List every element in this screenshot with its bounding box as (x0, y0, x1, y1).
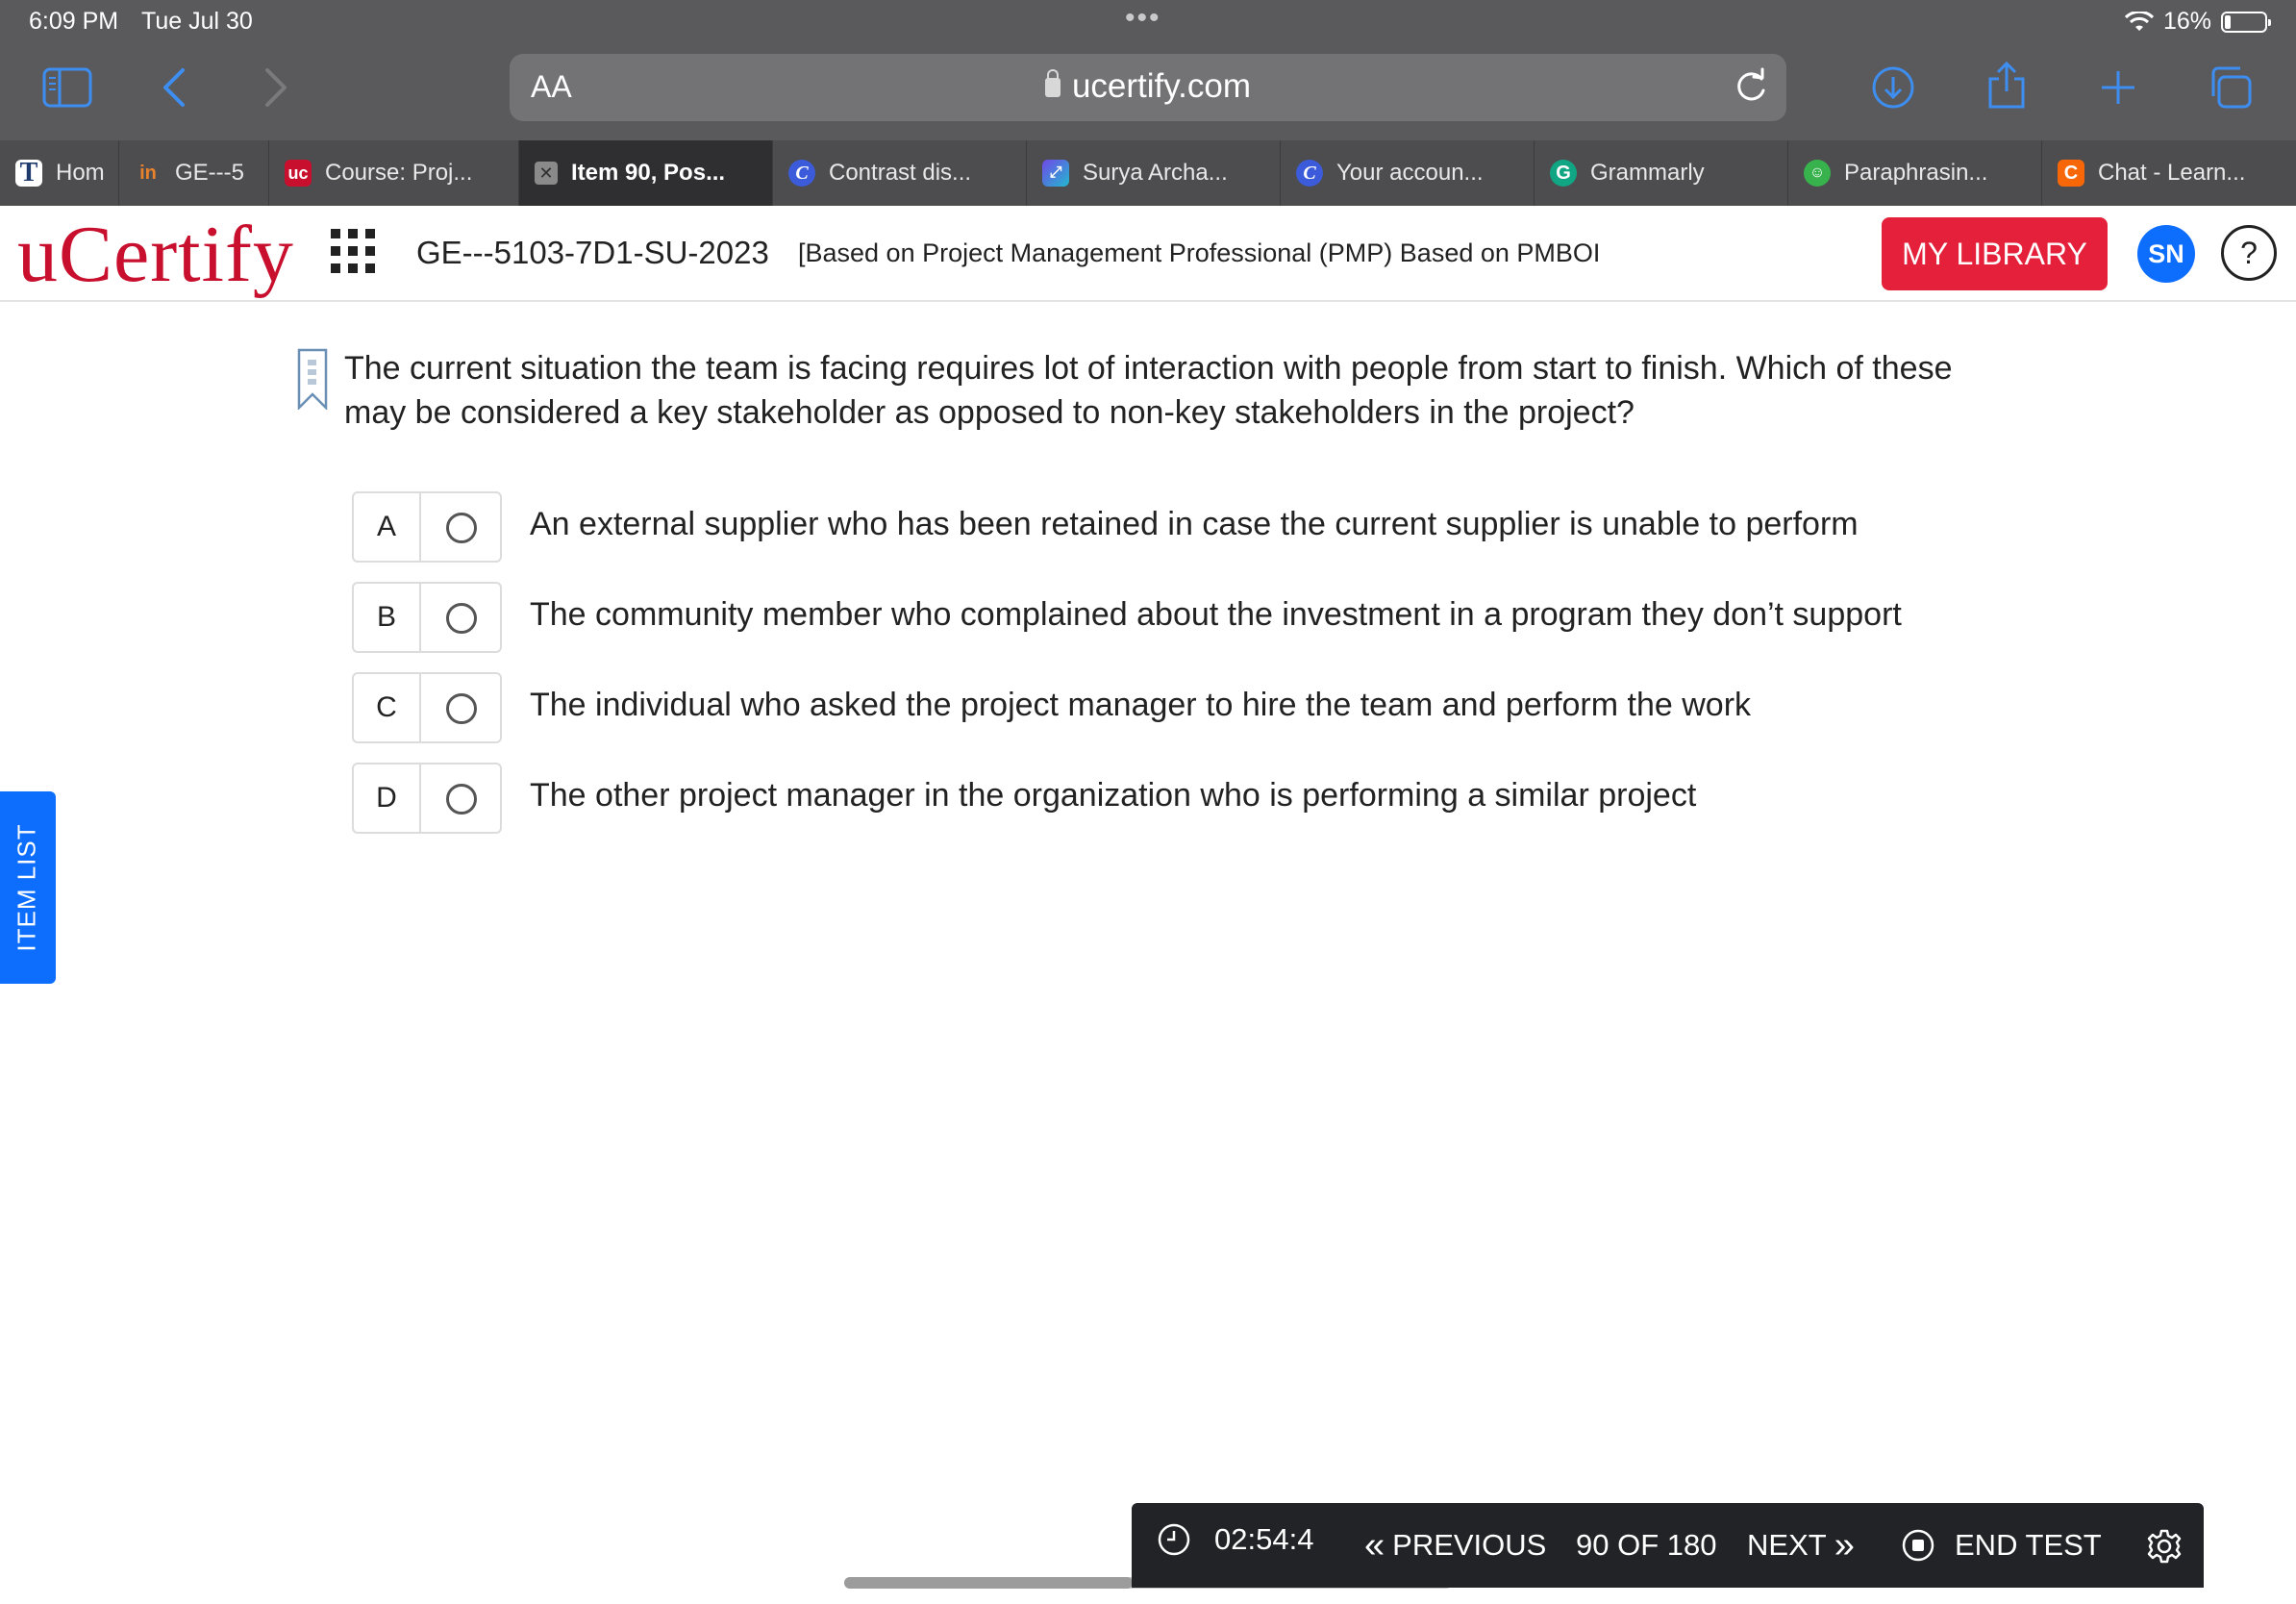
browser-tab-active[interactable]: ✕ Item 90, Pos... (519, 140, 773, 206)
option-text[interactable]: The other project manager in the organiz… (530, 777, 1696, 815)
share-icon[interactable] (1986, 62, 2027, 110)
wifi-icon (2124, 11, 2154, 31)
chat-favicon-icon: C (2058, 160, 2084, 187)
address-bar[interactable]: AA ucertify.com (510, 54, 1786, 121)
my-library-button[interactable]: MY LIBRARY (1882, 217, 2108, 290)
ucertify-favicon-icon: uc (285, 160, 312, 187)
option-text[interactable]: The individual who asked the project man… (530, 687, 1751, 724)
option-selector[interactable]: A (352, 491, 502, 563)
tab-label: Paraphrasin... (1844, 160, 1988, 186)
battery-percent: 16% (2162, 8, 2211, 35)
tab-label: Grammarly (1590, 160, 1705, 186)
status-date: Tue Jul 30 (141, 8, 253, 35)
next-button[interactable]: NEXT » (1747, 1525, 1855, 1566)
downloads-icon[interactable] (1871, 65, 1915, 110)
browser-tab[interactable]: C Your accoun... (1281, 140, 1535, 206)
url-display[interactable]: ucertify.com (510, 67, 1786, 106)
option-selector[interactable]: B (352, 582, 502, 653)
gear-icon[interactable] (2146, 1528, 2183, 1565)
close-tab-icon[interactable]: ✕ (535, 162, 558, 185)
option-letter: A (354, 493, 421, 561)
contrast-favicon-icon: C (788, 160, 815, 187)
tab-label: Course: Proj... (325, 160, 473, 186)
paraphraser-bot-favicon-icon: ☺ (1804, 160, 1831, 187)
canva-favicon-icon: ⤢ (1042, 160, 1069, 187)
browser-toolbar: 6:09 PM Tue Jul 30 ••• 16% AA ucertify.c… (0, 0, 2296, 140)
account-favicon-icon: C (1296, 160, 1323, 187)
apps-grid-icon[interactable] (331, 229, 375, 273)
option-letter: D (354, 764, 421, 832)
option-selector[interactable]: C (352, 672, 502, 743)
sidebar-icon[interactable] (42, 67, 92, 108)
tab-label: GE---5 (175, 160, 244, 186)
reload-icon[interactable] (1733, 67, 1769, 106)
radio-button[interactable] (446, 693, 477, 724)
double-chevron-right-icon: » (1834, 1525, 1855, 1566)
browser-tab[interactable]: in GE---5 (119, 140, 269, 206)
end-test-button[interactable]: END TEST (1901, 1528, 2102, 1563)
browser-tab[interactable]: ☺ Paraphrasin... (1788, 140, 2042, 206)
lock-icon (1044, 69, 1061, 97)
previous-button[interactable]: « PREVIOUS (1364, 1525, 1547, 1566)
timer: 02:54:4 (1157, 1522, 1313, 1557)
test-navigation-bar: 02:54:4 « PREVIOUS 90 OF 180 NEXT » END … (1132, 1503, 2204, 1588)
tabs-overview-icon[interactable] (2208, 65, 2254, 110)
tab-label: Chat - Learn... (2098, 160, 2246, 186)
browser-tab[interactable]: ⤢ Surya Archa... (1027, 140, 1281, 206)
status-indicators: 16% (2124, 8, 2271, 36)
t-favicon-icon: T (15, 158, 42, 188)
browser-tab[interactable]: G Grammarly (1535, 140, 1788, 206)
horizontal-scrollbar-thumb[interactable] (844, 1577, 1133, 1589)
option-text[interactable]: The community member who complained abou… (530, 596, 1902, 634)
clock-icon (1158, 1523, 1190, 1556)
browser-tab-strip: T Hom in GE---5 uc Course: Proj... ✕ Ite… (0, 140, 2296, 206)
tab-label: Your accoun... (1336, 160, 1484, 186)
back-icon[interactable] (162, 67, 187, 108)
grammarly-favicon-icon: G (1550, 160, 1577, 187)
question-text: The current situation the team is facing… (344, 350, 1953, 431)
double-chevron-left-icon: « (1364, 1525, 1385, 1566)
previous-label: PREVIOUS (1392, 1528, 1547, 1562)
battery-icon (2221, 11, 2271, 33)
radio-button[interactable] (446, 784, 477, 815)
course-code: GE---5103-7D1-SU-2023 (416, 235, 769, 270)
radio-button[interactable] (446, 513, 477, 543)
browser-tab[interactable]: C Contrast dis... (773, 140, 1027, 206)
browser-tab[interactable]: T Hom (0, 140, 119, 206)
radio-button[interactable] (446, 603, 477, 634)
forward-icon[interactable] (263, 67, 288, 108)
option-letter: B (354, 584, 421, 651)
question-position: 90 OF 180 (1576, 1528, 1717, 1562)
option-letter: C (354, 674, 421, 741)
multitasking-dots-icon[interactable]: ••• (1125, 2, 1161, 35)
new-tab-icon[interactable] (2100, 69, 2136, 106)
tab-label: Hom (56, 160, 105, 186)
end-test-label: END TEST (1955, 1528, 2102, 1562)
browser-tab[interactable]: uc Course: Proj... (269, 140, 519, 206)
item-list-label: ITEM LIST (12, 823, 41, 952)
in-favicon-icon: in (139, 162, 157, 184)
help-icon[interactable]: ? (2221, 225, 2277, 281)
url-text: ucertify.com (1071, 67, 1252, 105)
timer-value: 02:54:4 (1214, 1522, 1314, 1556)
tab-label: Item 90, Pos... (571, 160, 726, 186)
tab-label: Surya Archa... (1083, 160, 1228, 186)
browser-tab[interactable]: C Chat - Learn... (2042, 140, 2296, 206)
bookmark-icon[interactable] (297, 348, 328, 410)
option-selector[interactable]: D (352, 763, 502, 834)
site-header: uCertify GE---5103-7D1-SU-2023 [Based on… (0, 206, 2296, 302)
stop-circle-icon (1902, 1529, 1934, 1562)
course-subtitle: [Based on Project Management Professiona… (798, 238, 1601, 267)
option-text[interactable]: An external supplier who has been retain… (530, 506, 1859, 543)
status-time: 6:09 PM (29, 8, 119, 35)
next-label: NEXT (1747, 1528, 1827, 1562)
item-list-tab[interactable]: ITEM LIST (0, 791, 56, 984)
ucertify-logo[interactable]: uCertify (17, 208, 294, 301)
tab-label: Contrast dis... (829, 160, 972, 186)
screen: 6:09 PM Tue Jul 30 ••• 16% AA ucertify.c… (0, 0, 2296, 1604)
avatar[interactable]: SN (2137, 225, 2195, 283)
